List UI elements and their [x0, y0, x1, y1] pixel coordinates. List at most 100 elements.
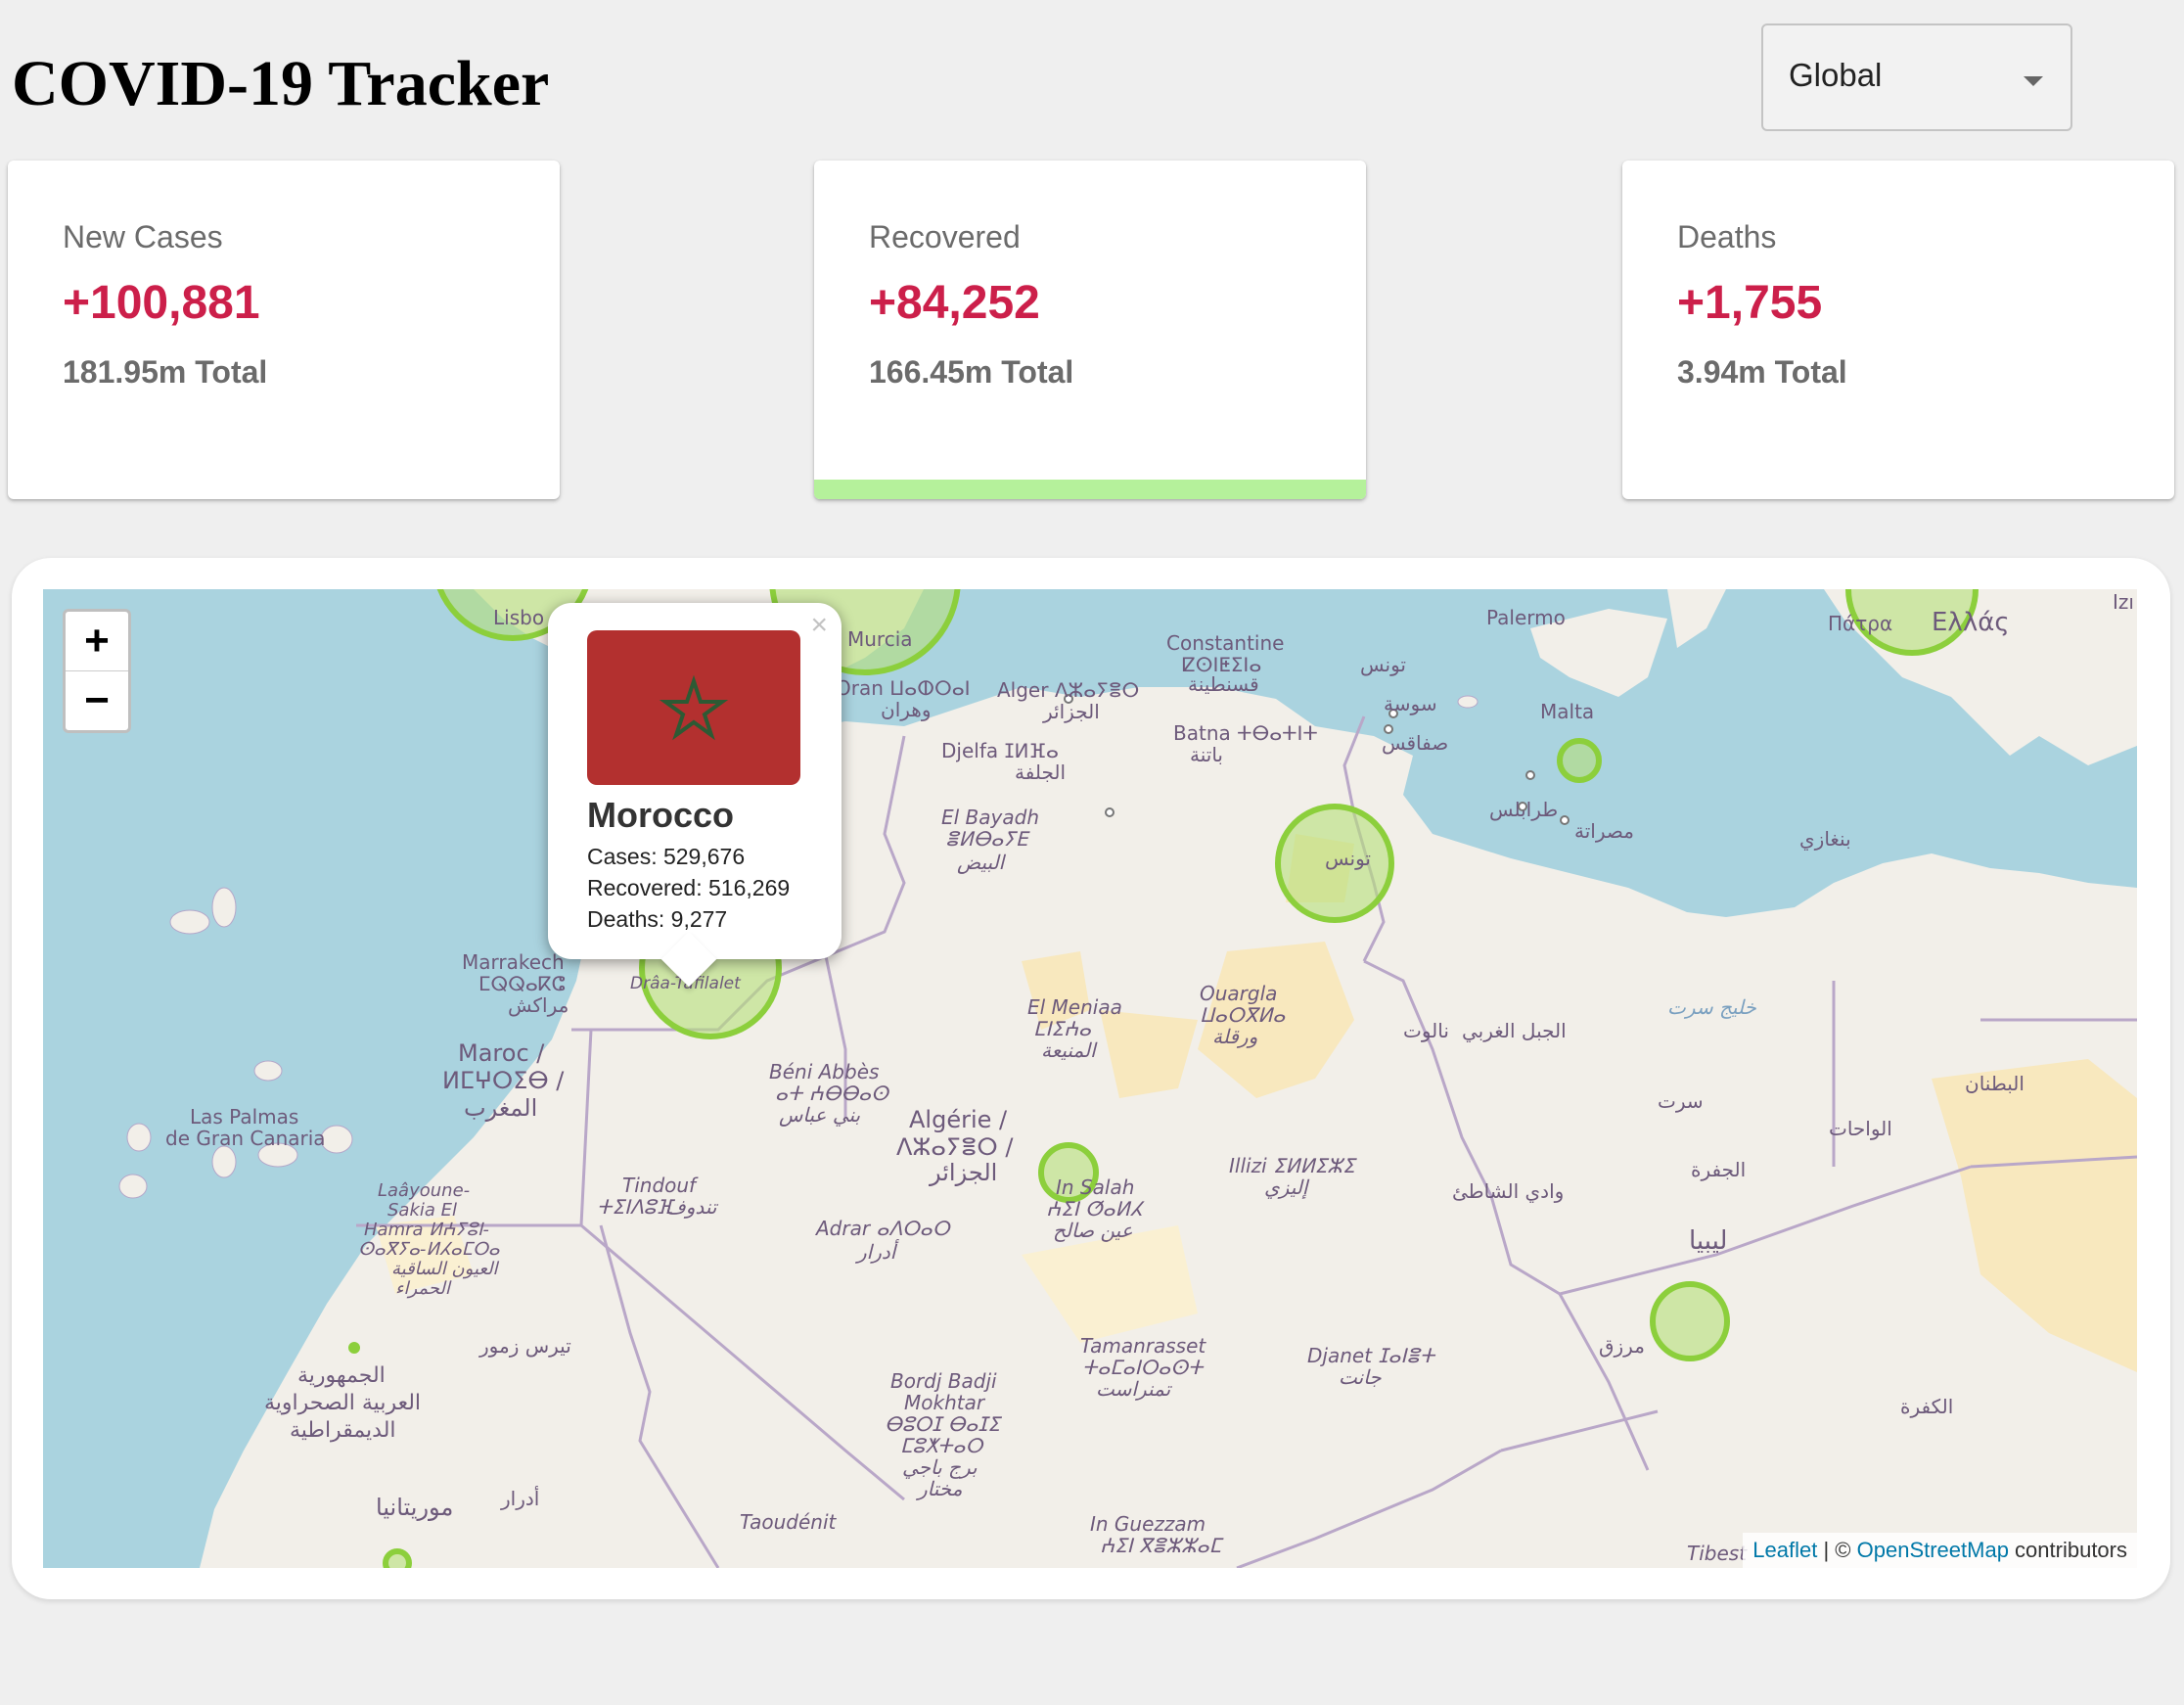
map-label: البيض — [957, 851, 1007, 874]
map-label: Algérie / — [909, 1106, 1008, 1133]
map-tiles[interactable]: Palermo Πάτρα Ελλάς Izı Lisbo Murcia Con… — [43, 589, 2137, 1568]
map-label: Alger ⴷⵣⴰⵢⴻⵔ — [997, 678, 1139, 702]
map-label: عين صالح — [1053, 1219, 1133, 1242]
map-label: الجفرة — [1691, 1158, 1746, 1181]
zoom-out-button[interactable]: − — [66, 671, 128, 730]
osm-link[interactable]: OpenStreetMap — [1857, 1538, 2009, 1562]
island — [118, 1174, 148, 1199]
map-label: Bordj Badji — [890, 1369, 997, 1393]
card-total: 181.95m Total — [63, 354, 268, 390]
island — [320, 1125, 353, 1154]
map-label: الديمقراطية — [290, 1418, 396, 1443]
map-label: El Meniaa — [1027, 995, 1122, 1019]
map-label: Murcia — [847, 627, 913, 651]
map-label: Batna ⵜⴱⴰⵜⵏⵜ — [1173, 721, 1318, 745]
case-circle — [1557, 738, 1602, 783]
map-label: ⵎⵓⵅⵜⴰⵔ — [900, 1434, 983, 1457]
map-label: باتنة — [1190, 743, 1223, 766]
map-label: Tamanrasset — [1080, 1334, 1206, 1358]
map-label: العيون الساقية — [391, 1259, 500, 1279]
popup-recovered: Recovered: 516,269 — [587, 875, 791, 900]
map-label: جانت — [1339, 1365, 1382, 1389]
map-label: موريتانيا — [376, 1494, 453, 1521]
card-value: +84,252 — [869, 277, 1040, 329]
map-label: الجزائر — [929, 1159, 997, 1186]
city-dot — [1560, 815, 1570, 825]
map-label: المغرب — [464, 1094, 537, 1122]
map-label: ⵎⵏⵉⵄⴰ — [1033, 1017, 1092, 1040]
card-value: +100,881 — [63, 277, 260, 329]
flag-image — [587, 630, 800, 785]
map-label: قسنطينة — [1188, 672, 1259, 696]
map-label: Las Palmas — [190, 1105, 298, 1129]
card-deaths[interactable]: Deaths +1,755 3.94m Total — [1622, 161, 2174, 499]
map-label: ⵍⵎⵖⵔⵉⴱ / — [442, 1067, 565, 1094]
map-label: Djanet ⵊⴰⵏⴻⵜ — [1307, 1344, 1436, 1367]
map-label: Marrakech — [462, 950, 565, 974]
map-label: برج باجي — [902, 1455, 978, 1479]
map-label: Hamra ⵍⵄⵢⵓⵏ- — [364, 1220, 489, 1240]
map-label: تندوف — [665, 1195, 719, 1219]
map-label: Πάτρα — [1828, 612, 1892, 635]
zoom-in-button[interactable]: + — [66, 612, 128, 671]
card-new-cases[interactable]: New Cases +100,881 181.95m Total — [8, 161, 560, 499]
leaflet-link[interactable]: Leaflet — [1752, 1538, 1817, 1562]
map-label: ورقلة — [1212, 1025, 1257, 1048]
map-label: تونس — [1325, 847, 1371, 870]
case-circle — [383, 1548, 412, 1568]
card-recovered[interactable]: Recovered +84,252 166.45m Total — [814, 161, 1366, 499]
map-label: ⵜⴰⵎⴰⵏⵔⴰⵙⵜ — [1082, 1356, 1205, 1379]
map-label: Lisbo — [493, 606, 544, 629]
map-label: ⵙⴰⴳⵢⴰ-ⵍⵃⴰⵎⵔⴰ — [358, 1239, 500, 1260]
map-label: سرت — [1658, 1089, 1704, 1113]
country-select[interactable]: Global — [1761, 23, 2072, 131]
map-label: Constantine — [1166, 631, 1284, 655]
map-label: In Guezzam — [1090, 1512, 1206, 1536]
map-label: أدرار — [500, 1486, 539, 1510]
zoom-control: + − — [63, 609, 131, 733]
map-label: سوسة — [1384, 692, 1437, 715]
map-label: تيرس زمور — [478, 1334, 571, 1358]
close-icon[interactable]: × — [810, 609, 828, 642]
map-label: تونس — [1360, 653, 1406, 676]
map-label: إليزي — [1264, 1175, 1310, 1199]
map-label: Izı — [2113, 590, 2134, 614]
map-label: Ελλάς — [1932, 608, 2010, 637]
map-label: مراكش — [508, 993, 569, 1017]
map-label: El Bayadh — [941, 806, 1039, 829]
attribution-suffix: contributors — [2008, 1538, 2127, 1562]
map-label: ⴻⵍⴱⴰⵢⴹ — [945, 827, 1030, 851]
case-circle — [348, 1342, 360, 1354]
island — [1457, 695, 1479, 709]
map-label: ⵄⵉⵏ ⴳⴻⵣⵣⴰⵎ — [1100, 1534, 1224, 1557]
map-label: Malta — [1540, 700, 1594, 723]
map-label: Laâyoune- — [378, 1180, 470, 1201]
map-label: ⵎⵕⵕⴰⴽⵛ — [478, 972, 566, 995]
card-total: 166.45m Total — [869, 354, 1074, 390]
country-popup: × Morocco Cases: 529,676 Recovered: 516,… — [548, 603, 842, 988]
map-label: تمنراست — [1096, 1377, 1173, 1401]
island — [211, 1145, 237, 1178]
map-label: Tindouf — [622, 1174, 699, 1197]
map-label: Béni Abbès — [769, 1060, 879, 1083]
island — [169, 909, 210, 935]
map-label: طرابلس — [1489, 798, 1558, 821]
map-label: الجلفة — [1015, 760, 1066, 784]
city-dot — [1525, 770, 1535, 780]
island — [211, 887, 237, 928]
map-label: ⴰⵜ ⵄⴱⴱⴰⵙ — [775, 1082, 889, 1105]
map-label: In Salah — [1056, 1175, 1134, 1199]
attribution-separator: | © — [1817, 1538, 1857, 1562]
map[interactable]: Palermo Πάτρα Ελλάς Izı Lisbo Murcia Con… — [43, 589, 2137, 1568]
map-label: Djelfa ⵊⵍⴼⴰ — [941, 739, 1059, 762]
map-label: Palermo — [1486, 606, 1566, 629]
map-label: ⴱⵓⵔⵊ ⴱⴰⵊⵉ — [885, 1412, 1002, 1436]
map-label: ⵄⵉⵏ ⵚⴰⵍⵃ — [1046, 1197, 1146, 1221]
land-calabria — [1667, 589, 1726, 648]
map-label: ⵡⴰⵔⴳⵍⴰ — [1200, 1003, 1286, 1027]
card-label: Deaths — [1677, 219, 1777, 254]
map-label: الجمهورية — [297, 1363, 386, 1388]
map-label: الحمراء — [395, 1278, 452, 1299]
map-label: مصراتة — [1574, 819, 1634, 843]
map-label: صفاقس — [1382, 731, 1448, 755]
